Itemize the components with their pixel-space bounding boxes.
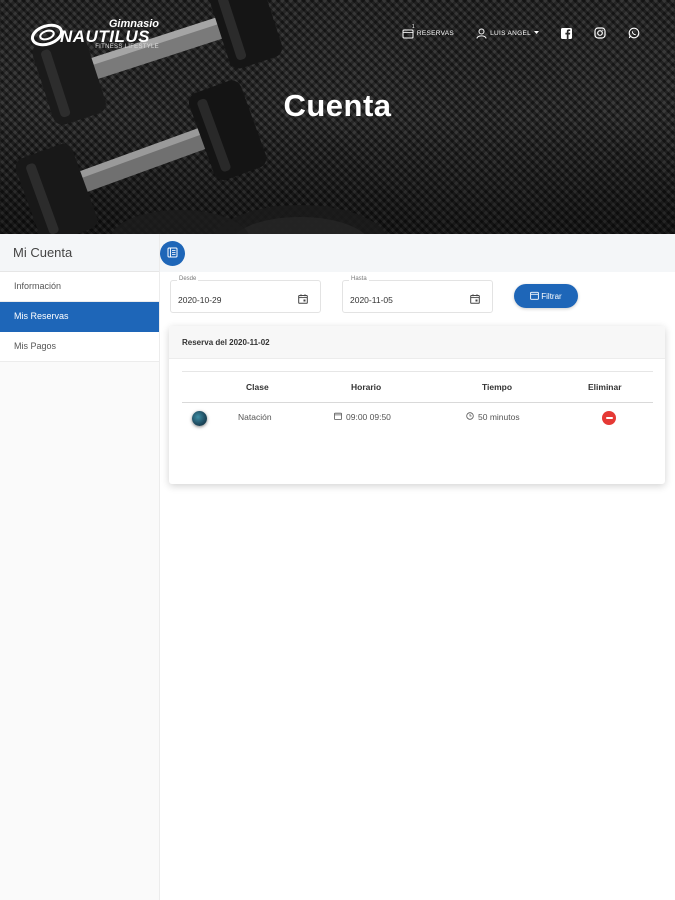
nav-reservas-label: RESERVAS xyxy=(416,29,455,37)
calendar-picker-icon[interactable] xyxy=(470,291,480,309)
cell-clase: Natación xyxy=(238,412,272,422)
whatsapp-icon[interactable] xyxy=(628,27,640,39)
column-header-eliminar: Eliminar xyxy=(588,382,622,392)
column-header-horario: Horario xyxy=(351,382,382,392)
cell-horario: 09:00 09:50 xyxy=(334,412,391,422)
column-header-clase: Clase xyxy=(246,382,269,392)
nav-reservas[interactable]: 1 RESERVAS xyxy=(402,24,455,39)
brand-tagline: FITNESS LIFESTYLE xyxy=(95,44,159,50)
cell-tiempo-text: 50 minutos xyxy=(478,412,520,422)
calendar-icon xyxy=(334,412,342,422)
column-header-tiempo: Tiempo xyxy=(482,382,513,392)
date-to-value: 2020-11-05 xyxy=(350,295,393,305)
clock-icon xyxy=(466,412,474,422)
brand-logo[interactable]: Gimnasio NAUTILUS FITNESS LIFESTYLE xyxy=(30,18,165,52)
reservation-card-header: Reserva del 2020-11-02 xyxy=(169,326,665,359)
table-row: Natación 09:00 09:50 50 minutos xyxy=(182,403,653,433)
sidebar-item-informacion[interactable]: Información xyxy=(0,272,159,302)
filter-button-label: Filtrar xyxy=(541,291,562,301)
filter-button[interactable]: Filtrar xyxy=(514,284,578,308)
instagram-icon[interactable] xyxy=(594,27,606,39)
caret-down-icon xyxy=(534,31,539,35)
hero-banner: Gimnasio NAUTILUS FITNESS LIFESTYLE 1 RE… xyxy=(0,0,675,234)
content-header-bar xyxy=(160,234,675,272)
sidebar-item-mis-pagos[interactable]: Mis Pagos xyxy=(0,332,159,362)
class-avatar xyxy=(192,411,207,426)
account-sidebar: Mi Cuenta Información Mis Reservas Mis P… xyxy=(0,234,160,900)
calendar-picker-icon[interactable] xyxy=(298,291,308,309)
reservas-count-badge: 1 xyxy=(411,23,415,30)
sidebar-item-mis-reservas[interactable]: Mis Reservas xyxy=(0,302,159,332)
cell-horario-text: 09:00 09:50 xyxy=(346,412,391,422)
reservation-table-header: Clase Horario Tiempo Eliminar xyxy=(182,371,653,403)
calendar-icon xyxy=(530,291,540,302)
date-to-label: Hasta xyxy=(349,276,369,282)
date-from-value: 2020-10-29 xyxy=(178,295,222,305)
date-to-field[interactable]: Hasta 2020-11-05 xyxy=(342,276,493,313)
facebook-icon[interactable] xyxy=(561,27,572,39)
nav-user-menu[interactable]: LUIS ANGEL xyxy=(476,28,539,39)
list-icon xyxy=(167,245,178,263)
delete-reservation-button[interactable] xyxy=(602,411,616,425)
date-from-label: Desde xyxy=(177,276,199,282)
nav-user-label: LUIS ANGEL xyxy=(490,29,531,37)
sidebar-toggle-button[interactable] xyxy=(160,241,185,266)
date-from-field[interactable]: Desde 2020-10-29 xyxy=(170,276,321,313)
sidebar-title: Mi Cuenta xyxy=(0,234,159,272)
minus-icon xyxy=(605,417,613,419)
user-icon xyxy=(476,28,487,39)
top-navigation: 1 RESERVAS LUIS ANGEL xyxy=(402,24,640,42)
cell-tiempo: 50 minutos xyxy=(466,412,520,422)
page-title: Cuenta xyxy=(283,88,392,123)
